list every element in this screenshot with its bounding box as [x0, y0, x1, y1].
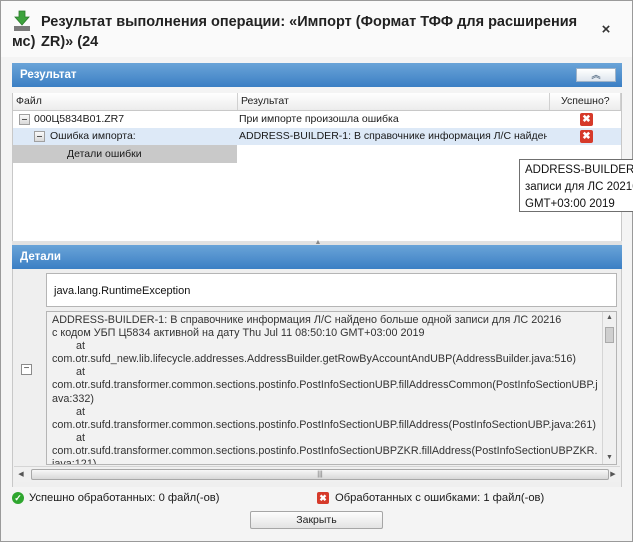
grid-header: Файл Результат Успешно?	[13, 93, 621, 111]
horizontal-scroll-thumb[interactable]: |||	[31, 469, 609, 480]
error-icon: ✖	[580, 130, 593, 143]
tree-collapse-icon[interactable]	[19, 114, 30, 125]
result-section-header[interactable]: Результат ︽	[12, 63, 622, 87]
tooltip-line: записи для ЛС 20216	[525, 181, 633, 193]
error-details-label: Детали ошибки	[67, 148, 142, 160]
result-section-title: Результат	[20, 69, 77, 81]
dialog-title-continuation: мс)	[12, 34, 36, 50]
horizontal-scrollbar[interactable]: ◀ ||| ▶	[14, 466, 620, 482]
scroll-left-icon[interactable]: ◀	[14, 467, 28, 482]
details-section-title: Детали	[20, 251, 61, 263]
details-section-header: Детали	[12, 245, 622, 269]
scroll-up-icon[interactable]: ▲	[603, 312, 616, 324]
error-details-row[interactable]: Детали ошибки	[13, 145, 237, 163]
table-row[interactable]: 000Ц5834В01.ZR7 При импорте произошла ош…	[13, 111, 621, 128]
import-arrow-icon	[14, 10, 30, 31]
scroll-right-icon[interactable]: ▶	[606, 467, 620, 482]
tree-collapse-icon[interactable]	[34, 131, 45, 142]
close-button[interactable]: Закрыть	[250, 511, 383, 529]
result-cell: При импорте произошла ошибка	[239, 113, 399, 125]
column-header-file[interactable]: Файл	[13, 93, 238, 110]
exception-field[interactable]: java.lang.RuntimeException	[46, 273, 617, 307]
result-cell: ADDRESS-BUILDER-1: В справочнике информа…	[239, 130, 547, 142]
error-icon: ✖	[580, 113, 593, 126]
collapse-up-icon[interactable]: ︽	[576, 68, 616, 82]
table-row[interactable]: Ошибка импорта: ADDRESS-BUILDER-1: В спр…	[13, 128, 621, 145]
vertical-scrollbar[interactable]: ▲ ▼	[602, 312, 616, 464]
title-bar: Результат выполнения операции: «Импорт (…	[1, 1, 632, 57]
error-count-icon: ✖	[317, 492, 329, 504]
success-count-text: Успешно обработанных: 0 файл(-ов)	[29, 492, 220, 504]
stack-trace-area[interactable]: ADDRESS-BUILDER-1: В справочнике информа…	[46, 311, 617, 465]
column-header-success[interactable]: Успешно?	[550, 93, 621, 110]
scroll-thumb[interactable]	[605, 327, 614, 343]
file-cell: 000Ц5834В01.ZR7	[34, 113, 125, 125]
error-count-text: Обработанных с ошибками: 1 файл(-ов)	[335, 492, 545, 504]
dialog-title: Результат выполнения операции: «Импорт (…	[41, 14, 578, 50]
stack-trace-text: ADDRESS-BUILDER-1: В справочнике информа…	[52, 314, 598, 465]
success-check-icon: ✓	[12, 492, 24, 504]
close-icon[interactable]: ×	[598, 22, 614, 38]
tooltip-line: ADDRESS-BUILDER-1	[525, 164, 633, 176]
collapse-trace-button[interactable]: −	[21, 364, 32, 375]
file-cell: Ошибка импорта:	[50, 130, 136, 142]
column-header-result[interactable]: Результат	[238, 93, 550, 110]
tooltip-line: GMT+03:00 2019	[525, 198, 615, 210]
result-tooltip: ADDRESS-BUILDER-1 записи для ЛС 20216 GM…	[519, 159, 633, 212]
result-dialog: Результат выполнения операции: «Импорт (…	[0, 0, 633, 542]
scroll-down-icon[interactable]: ▼	[603, 452, 616, 464]
